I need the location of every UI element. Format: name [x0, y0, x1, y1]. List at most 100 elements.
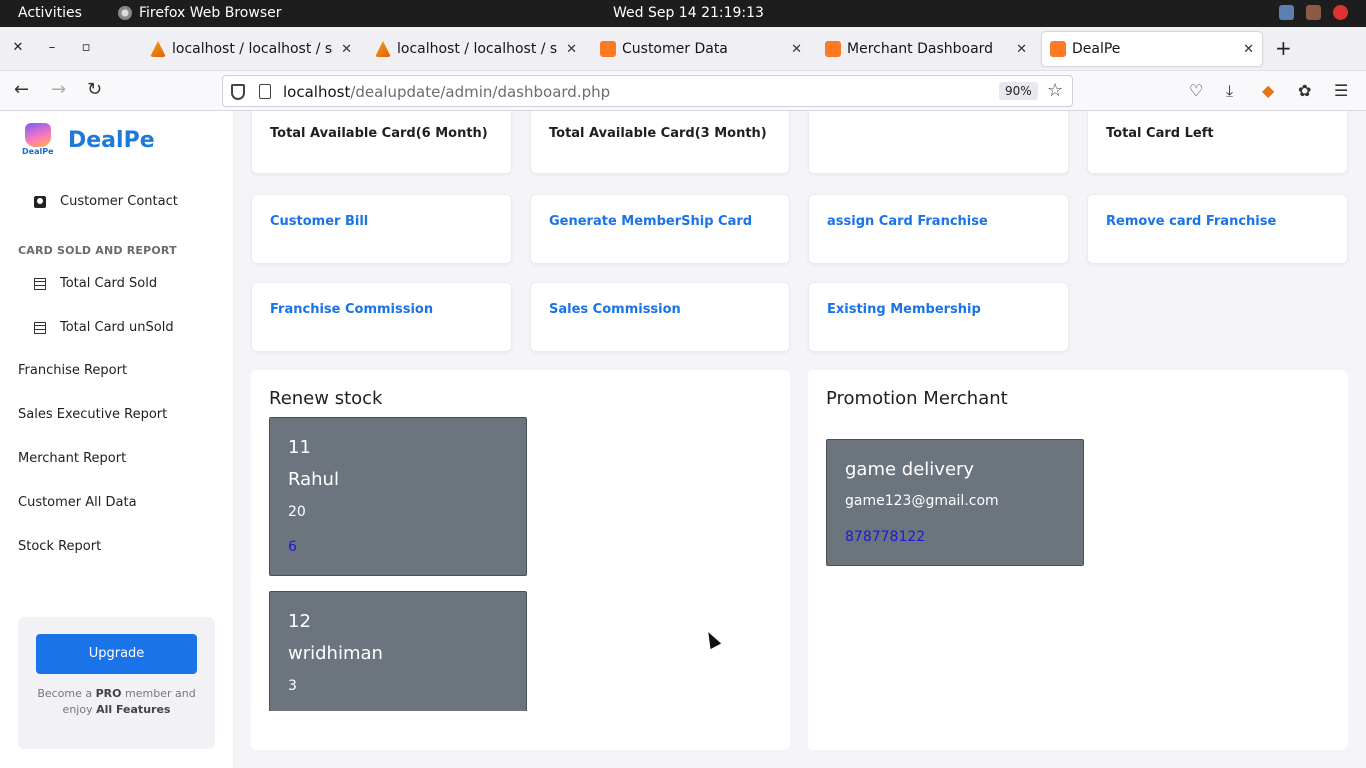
promotion-merchant-title: Promotion Merchant	[826, 388, 1008, 409]
dealpe-logo[interactable]: DealPe	[22, 123, 54, 157]
merchant-name: game delivery	[845, 459, 975, 480]
sales-commission-link[interactable]: Sales Commission	[549, 302, 681, 317]
tab-strip: ✕ – ▫ localhost / localhost / sig ✕ loca…	[0, 27, 1366, 71]
stat-card-6-month: Total Available Card(6 Month)	[251, 111, 512, 174]
contact-card-icon	[34, 195, 46, 208]
system-top-bar: Activities Firefox Web Browser Wed Sep 1…	[0, 0, 1366, 27]
reload-icon[interactable]: ↻	[87, 80, 102, 100]
pocket-icon[interactable]: ♡	[1189, 81, 1203, 100]
assign-card-franchise-card[interactable]: assign Card Franchise	[808, 194, 1069, 264]
tab-close-icon[interactable]: ✕	[1243, 42, 1254, 57]
sidebar-item-label: Total Card unSold	[60, 320, 174, 335]
window-maximize-icon[interactable]: ▫	[77, 40, 95, 55]
new-tab-button[interactable]: +	[1275, 38, 1292, 58]
phpmyadmin-icon	[375, 41, 391, 57]
franchise-commission-link[interactable]: Franchise Commission	[270, 302, 433, 317]
upgrade-promo: Upgrade Become a PRO member and enjoy Al…	[18, 617, 215, 749]
stat-card-label: Total Available Card(6 Month)	[270, 126, 488, 141]
extension-icon[interactable]: ✿	[1298, 81, 1311, 100]
tab-close-icon[interactable]: ✕	[566, 42, 577, 57]
network-icon[interactable]	[1279, 5, 1294, 20]
xampp-icon	[1050, 41, 1066, 57]
sidebar-item-stock-report[interactable]: Stock Report	[18, 539, 101, 554]
tab-close-icon[interactable]: ✕	[341, 42, 352, 57]
page-info-icon[interactable]	[259, 84, 271, 99]
logo-text: DealPe	[22, 147, 54, 156]
sidebar-item-total-card-sold[interactable]: Total Card Sold	[34, 276, 157, 291]
phpmyadmin-icon	[150, 41, 166, 57]
tab-customer-data[interactable]: Customer Data ✕	[592, 32, 810, 66]
stock-item-id: 11	[288, 437, 311, 458]
merchant-phone[interactable]: 878778122	[845, 529, 925, 545]
app-menu[interactable]: Firefox Web Browser	[118, 5, 282, 21]
zoom-indicator[interactable]: 90%	[999, 82, 1038, 100]
tab-dealpe[interactable]: DealPe ✕	[1042, 32, 1262, 66]
tab-title: localhost / localhost / sig	[397, 41, 559, 57]
sidebar-item-total-card-unsold[interactable]: Total Card unSold	[34, 320, 174, 335]
url-text[interactable]: localhost/dealupdate/admin/dashboard.php	[283, 83, 610, 101]
upgrade-button[interactable]: Upgrade	[36, 634, 197, 674]
firefox-icon	[118, 6, 132, 20]
activities-button[interactable]: Activities	[18, 5, 82, 21]
generate-membership-card[interactable]: Generate MemberShip Card	[530, 194, 790, 264]
power-icon[interactable]	[1333, 5, 1348, 20]
tab-merchant-dashboard[interactable]: Merchant Dashboard ✕	[817, 32, 1035, 66]
sidebar-item-customer-all-data[interactable]: Customer All Data	[18, 495, 137, 510]
merchant-card: game delivery game123@gmail.com 87877812…	[826, 439, 1084, 566]
stat-card-card-left: Total Card Left	[1087, 111, 1348, 174]
download-icon[interactable]: ⤓	[1226, 81, 1233, 101]
tab-phpmyadmin-1[interactable]: localhost / localhost / sig ✕	[142, 32, 360, 66]
brand-name[interactable]: DealPe	[68, 128, 155, 153]
window-close-icon[interactable]: ✕	[9, 40, 27, 55]
app-name: Firefox Web Browser	[139, 5, 282, 21]
tab-title: localhost / localhost / sig	[172, 41, 334, 57]
remove-card-franchise-card[interactable]: Remove card Franchise	[1087, 194, 1348, 264]
upgrade-text-part: Become a	[37, 687, 96, 700]
sidebar-item-franchise-report[interactable]: Franchise Report	[18, 363, 127, 378]
stock-item: 12 wridhiman 3	[269, 591, 527, 711]
stock-item-name: wridhiman	[288, 643, 383, 664]
assign-card-franchise-link[interactable]: assign Card Franchise	[827, 214, 988, 229]
promotion-merchant-panel: Promotion Merchant game delivery game123…	[808, 370, 1348, 750]
franchise-commission-card[interactable]: Franchise Commission	[251, 282, 512, 352]
sales-commission-card[interactable]: Sales Commission	[530, 282, 790, 352]
stat-card-clipped	[808, 111, 1069, 174]
forward-icon[interactable]: →	[51, 80, 66, 100]
tracking-shield-icon[interactable]	[231, 84, 245, 100]
tab-close-icon[interactable]: ✕	[1016, 42, 1027, 57]
customer-bill-card[interactable]: Customer Bill	[251, 194, 512, 264]
tray-app-icon[interactable]	[1306, 5, 1321, 20]
back-icon[interactable]: ←	[14, 80, 29, 100]
existing-membership-card[interactable]: Existing Membership	[808, 282, 1069, 352]
upgrade-description: Become a PRO member and enjoy All Featur…	[28, 686, 205, 718]
url-path: /dealupdate/admin/dashboard.php	[350, 83, 611, 101]
system-tray[interactable]	[1279, 5, 1348, 20]
shopping-bag-icon	[25, 123, 51, 147]
renew-stock-list[interactable]: 11 Rahul 20 6 12 wridhiman 3	[269, 417, 528, 711]
window-minimize-icon[interactable]: –	[43, 40, 61, 55]
generate-membership-link[interactable]: Generate MemberShip Card	[549, 214, 752, 229]
stock-item-link[interactable]: 6	[288, 539, 297, 555]
renew-stock-panel: Renew stock 11 Rahul 20 6 12 wridhiman 3	[251, 370, 790, 750]
sidebar-item-customer-contact[interactable]: Customer Contact	[34, 194, 178, 209]
sidebar-item-sales-executive-report[interactable]: Sales Executive Report	[18, 407, 167, 422]
tab-title: DealPe	[1072, 41, 1121, 57]
section-heading: CARD SOLD AND REPORT	[18, 244, 177, 257]
upgrade-text-all: All Features	[96, 703, 171, 716]
stat-card-3-month: Total Available Card(3 Month)	[530, 111, 790, 174]
url-bar[interactable]: localhost/dealupdate/admin/dashboard.php…	[222, 75, 1073, 107]
stock-item-name: Rahul	[288, 469, 339, 490]
clock[interactable]: Wed Sep 14 21:19:13	[613, 5, 764, 21]
customer-bill-link[interactable]: Customer Bill	[270, 214, 368, 229]
tab-close-icon[interactable]: ✕	[791, 42, 802, 57]
bookmark-star-icon[interactable]: ☆	[1047, 80, 1063, 101]
existing-membership-link[interactable]: Existing Membership	[827, 302, 981, 317]
table-icon	[34, 277, 46, 290]
tab-phpmyadmin-2[interactable]: localhost / localhost / sig ✕	[367, 32, 585, 66]
sidebar-item-merchant-report[interactable]: Merchant Report	[18, 451, 126, 466]
upgrade-text-pro: PRO	[95, 687, 122, 700]
stat-card-label: Total Available Card(3 Month)	[549, 126, 767, 141]
remove-card-franchise-link[interactable]: Remove card Franchise	[1106, 214, 1276, 229]
metamask-icon[interactable]: ◆	[1262, 81, 1274, 100]
menu-icon[interactable]: ☰	[1334, 81, 1348, 100]
